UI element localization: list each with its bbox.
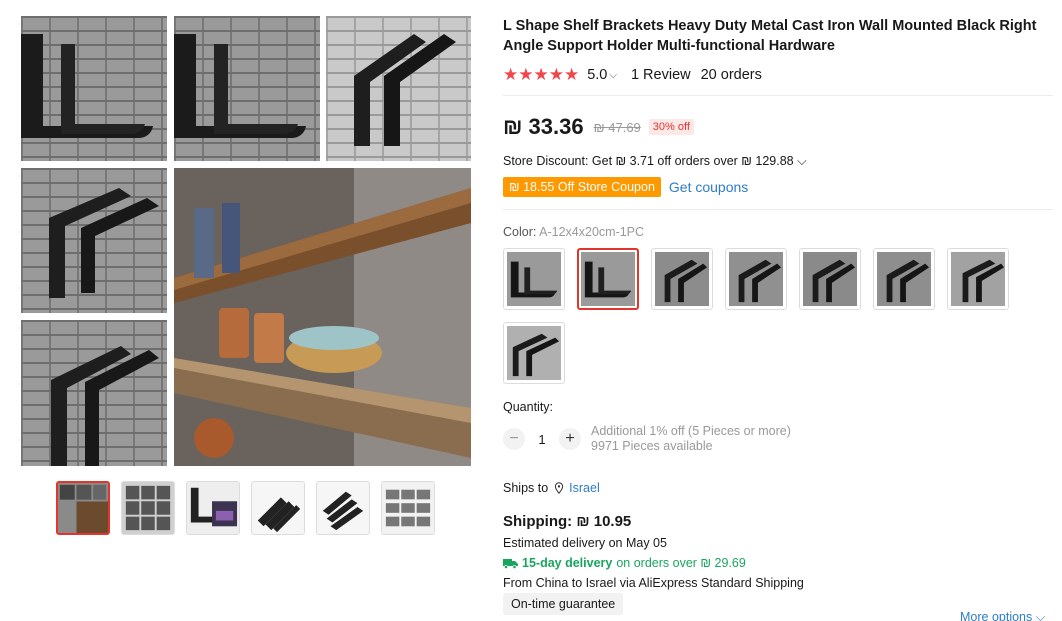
color-swatch-6[interactable] (873, 248, 935, 310)
product-title: L Shape Shelf Brackets Heavy Duty Metal … (503, 18, 1037, 54)
quantity-input[interactable]: 1 (525, 432, 559, 447)
collage-tile (21, 168, 167, 313)
fast-delivery: 15-day delivery on orders over ₪ 29.69 (503, 556, 1048, 570)
fast-delivery-days: 15-day delivery (522, 556, 613, 570)
color-swatch-4[interactable] (725, 248, 787, 310)
thumbnail-4[interactable] (251, 481, 305, 535)
estimated-delivery: Estimated delivery on May 05 (503, 536, 667, 550)
collage-tile (21, 16, 167, 161)
color-label-row: Color: A-12x4x20cm-1PC (503, 225, 1048, 239)
collage-tile-shelf (174, 168, 471, 466)
star-icon: ★★★★★ (503, 65, 580, 84)
location-pin-icon (555, 482, 564, 494)
color-swatch-1[interactable] (503, 248, 565, 310)
truck-icon (503, 558, 518, 569)
fast-delivery-condition: on orders over ₪ 29.69 (616, 556, 746, 570)
ontime-guarantee-badge[interactable]: On-time guarantee (503, 593, 624, 615)
coupon-row: ₪ 18.55 Off Store Coupon Get coupons (503, 177, 1048, 197)
current-price: ₪ 33.36 (503, 114, 584, 139)
color-swatch-3[interactable] (651, 248, 713, 310)
ships-to-label: Ships to (503, 481, 549, 495)
quantity-label: Quantity: (503, 400, 554, 414)
product-main-image[interactable] (21, 16, 471, 466)
collage-tile (326, 16, 471, 161)
rating-row: ★★★★★ 5.0 ⌵ 1 Review 20 orders (503, 65, 1048, 85)
collage-tile (174, 16, 320, 161)
original-price: ₪ 47.69 (593, 119, 641, 135)
ships-to-row: Ships to Israel (503, 481, 1048, 495)
store-coupon-badge[interactable]: ₪ 18.55 Off Store Coupon (503, 177, 661, 197)
stock-available: 9971 Pieces available (591, 439, 713, 453)
quantity-stepper: − 1 + Additional 1% off (5 Pieces or mor… (503, 424, 1048, 454)
color-swatch-5[interactable] (799, 248, 861, 310)
color-swatch-8[interactable] (503, 322, 565, 384)
thumbnail-5[interactable] (316, 481, 370, 535)
get-coupons-link[interactable]: Get coupons (669, 179, 748, 195)
thumbnail-1[interactable] (56, 481, 110, 535)
discount-badge: 30% off (648, 119, 694, 135)
color-swatch-7[interactable] (947, 248, 1009, 310)
chevron-down-icon[interactable]: ⌵ (609, 70, 617, 81)
product-info: L Shape Shelf Brackets Heavy Duty Metal … (503, 16, 1053, 615)
minus-icon[interactable]: − (503, 428, 525, 450)
color-value: A-12x4x20cm-1PC (539, 225, 645, 239)
color-swatches (503, 248, 1043, 384)
color-label: Color: (503, 225, 537, 239)
orders-count: 20 orders (700, 67, 762, 83)
quantity-note: Additional 1% off (5 Pieces or more) 997… (591, 424, 791, 454)
divider (503, 95, 1053, 96)
thumbnail-3[interactable] (186, 481, 240, 535)
rating-value[interactable]: 5.0 (587, 67, 607, 83)
bulk-discount-note: Additional 1% off (5 Pieces or more) (591, 424, 791, 438)
collage-tile (21, 320, 167, 466)
thumbnail-2[interactable] (121, 481, 175, 535)
shipping-route: From China to Israel via AliExpress Stan… (503, 576, 804, 590)
thumbnail-6[interactable] (381, 481, 435, 535)
store-discount[interactable]: Store Discount: Get ₪ 3.71 off orders ov… (503, 154, 1048, 169)
ship-country-link[interactable]: Israel (569, 481, 600, 495)
reviews-link[interactable]: 1 Review (631, 67, 691, 83)
shipping-cost: Shipping: ₪ 10.95 (503, 513, 632, 530)
divider (503, 209, 1053, 210)
more-options-link[interactable]: More options ⌵ (960, 610, 1045, 621)
plus-icon[interactable]: + (559, 428, 581, 450)
color-swatch-2[interactable] (577, 248, 639, 310)
price-row: ₪ 33.36 ₪ 47.69 30% off (503, 114, 1048, 140)
